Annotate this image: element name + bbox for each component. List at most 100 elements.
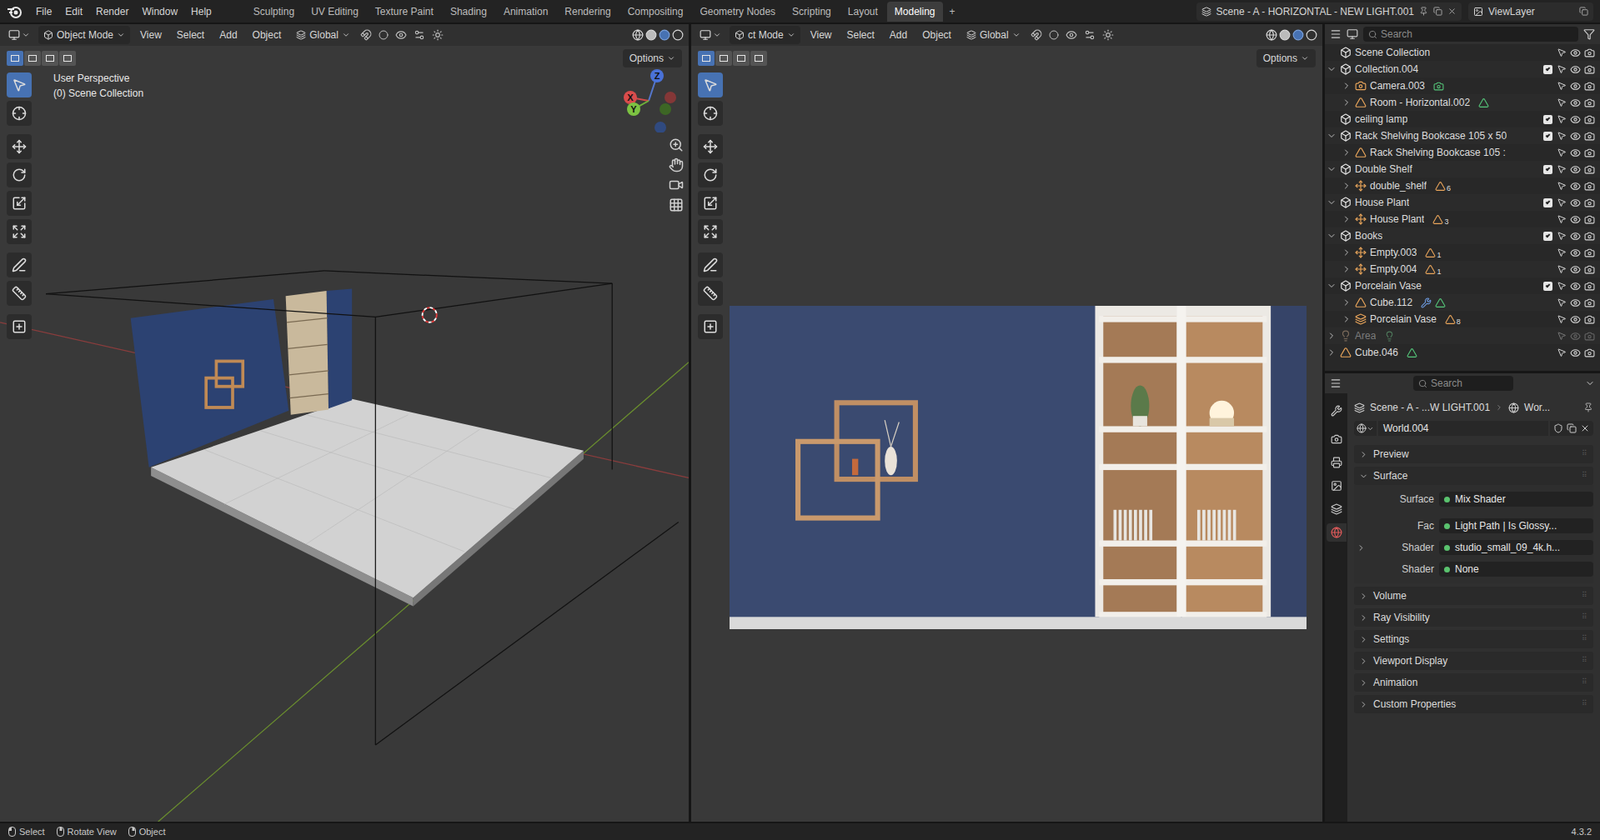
render-icon[interactable] — [1584, 197, 1595, 209]
render-icon[interactable] — [1584, 130, 1595, 142]
unlink-icon[interactable] — [1579, 423, 1590, 434]
outliner-row[interactable]: House Plant3 — [1324, 210, 1600, 228]
outliner-row[interactable]: Camera.003 — [1324, 77, 1600, 95]
orientation-dropdown[interactable]: Global — [290, 27, 356, 43]
select-tool-button[interactable] — [697, 72, 723, 98]
selection-mode-buttons[interactable] — [6, 50, 76, 66]
header-menu[interactable]: Object — [917, 27, 957, 43]
duplicate-icon[interactable] — [1566, 423, 1577, 434]
selectable-icon[interactable] — [1556, 314, 1567, 325]
mesh-data-icon[interactable] — [1406, 347, 1418, 359]
render-icon[interactable] — [1584, 280, 1595, 292]
expand-icon[interactable] — [1341, 80, 1352, 91]
selectable-icon[interactable] — [1556, 97, 1567, 108]
render-icon[interactable] — [1584, 147, 1595, 159]
properties-search[interactable]: Search — [1413, 376, 1514, 392]
exclude-checkbox[interactable] — [1543, 131, 1553, 141]
selectable-icon[interactable] — [1556, 164, 1567, 175]
world-tab[interactable] — [1326, 523, 1347, 542]
selectable-icon[interactable] — [1556, 214, 1567, 225]
mesh-child-icon[interactable] — [1444, 314, 1456, 326]
fake-user-icon[interactable] — [1553, 423, 1564, 434]
visibility-icon[interactable] — [1569, 214, 1581, 226]
workspace-tab[interactable]: Sculpting — [245, 1, 302, 22]
selectable-icon[interactable] — [1556, 47, 1567, 58]
render-icon[interactable] — [1584, 180, 1595, 192]
header-menu[interactable]: Object — [247, 27, 287, 43]
light-data-icon[interactable] — [1384, 331, 1395, 342]
cursor-tool-button[interactable] — [697, 100, 723, 126]
render-icon[interactable] — [1584, 47, 1595, 59]
selectable-icon[interactable] — [1556, 347, 1567, 358]
panel-header[interactable]: Volume⠿ — [1354, 586, 1594, 606]
main-menu-item[interactable]: Edit — [59, 4, 89, 20]
header-menu[interactable]: View — [805, 27, 838, 43]
expand-icon[interactable] — [1341, 264, 1352, 275]
render-icon[interactable] — [1584, 247, 1595, 259]
outliner-row[interactable]: double_shelf6 — [1324, 177, 1600, 195]
cursor-tool-button[interactable] — [6, 100, 32, 126]
visibility-icon[interactable] — [1569, 164, 1581, 176]
workspace-tab[interactable]: Texture Paint — [367, 1, 442, 22]
workspace-tab[interactable]: Compositing — [620, 1, 692, 22]
panel-header[interactable]: Settings⠿ — [1354, 630, 1594, 649]
exclude-checkbox[interactable] — [1543, 281, 1553, 291]
gizmo-icon[interactable] — [1083, 29, 1096, 41]
shading-buttons[interactable] — [631, 29, 684, 41]
proportional-icon[interactable] — [1048, 30, 1059, 41]
expand-icon[interactable] — [1326, 347, 1337, 358]
expand-icon[interactable] — [1326, 64, 1337, 75]
expand-icon[interactable] — [1326, 130, 1337, 141]
render-icon[interactable] — [1584, 214, 1595, 226]
outliner-row[interactable]: Porcelain Vase8 — [1324, 310, 1600, 328]
viewport-canvas[interactable]: Options — [691, 45, 1323, 823]
view_layer-tab[interactable] — [1326, 476, 1347, 496]
mesh-data-icon[interactable] — [1434, 297, 1446, 309]
measure-tool-button[interactable] — [6, 280, 32, 306]
outliner-row[interactable]: Rack Shelving Bookcase 105 : — [1324, 144, 1600, 161]
header-menu[interactable]: Add — [214, 27, 242, 43]
overlay-icon[interactable] — [431, 29, 444, 41]
visibility-icon[interactable] — [1569, 264, 1581, 276]
world-browse[interactable] — [1354, 421, 1377, 437]
world-name-field[interactable]: World.004 — [1378, 421, 1549, 437]
render-icon[interactable] — [1584, 297, 1595, 309]
selectable-icon[interactable] — [1556, 114, 1567, 125]
measure-tool-button[interactable] — [697, 280, 723, 306]
panel-header[interactable]: Ray Visibility⠿ — [1354, 608, 1594, 627]
workspace-tab[interactable]: Animation — [496, 1, 556, 22]
header-menu[interactable]: Add — [884, 27, 913, 43]
selectable-icon[interactable] — [1556, 130, 1567, 141]
pan-icon[interactable] — [668, 157, 684, 173]
expand-icon[interactable] — [1341, 297, 1352, 308]
visibility-icon[interactable] — [1569, 280, 1581, 292]
workspace-tab[interactable]: Modeling — [887, 1, 943, 22]
annotate-tool-button[interactable] — [6, 252, 32, 278]
select-tool-button[interactable] — [6, 72, 32, 98]
outliner-search[interactable]: Search — [1363, 26, 1579, 42]
shader-field[interactable]: studio_small_09_4k.h... — [1439, 540, 1594, 556]
editor-type-icon[interactable] — [1329, 28, 1342, 41]
visibility-icon[interactable] — [1569, 180, 1581, 192]
expand-icon[interactable] — [1326, 197, 1337, 208]
render-icon[interactable] — [1584, 164, 1595, 176]
panel-header[interactable]: Surface⠿ — [1354, 466, 1594, 486]
render-icon[interactable] — [1584, 230, 1595, 242]
render-icon[interactable] — [1584, 347, 1595, 359]
header-menu[interactable]: Select — [841, 27, 879, 43]
editor-type-button[interactable] — [696, 29, 725, 41]
workspace-tab[interactable]: Layout — [840, 1, 886, 22]
view-layer-selector[interactable]: ViewLayer — [1468, 2, 1594, 21]
visibility-icon[interactable] — [395, 29, 407, 41]
pin-icon[interactable] — [1583, 402, 1594, 413]
workspace-tab[interactable]: UV Editing — [303, 1, 367, 22]
exclude-checkbox[interactable] — [1543, 165, 1553, 175]
visibility-icon[interactable] — [1065, 29, 1078, 41]
exclude-checkbox[interactable] — [1543, 198, 1553, 208]
visibility-icon[interactable] — [1569, 331, 1581, 342]
outliner-row[interactable]: Double Shelf — [1324, 160, 1600, 178]
navigation-gizmo[interactable]: ZYX — [621, 67, 681, 133]
render-icon[interactable] — [1584, 80, 1595, 92]
visibility-icon[interactable] — [1569, 97, 1581, 109]
move-tool-button[interactable] — [697, 134, 723, 160]
